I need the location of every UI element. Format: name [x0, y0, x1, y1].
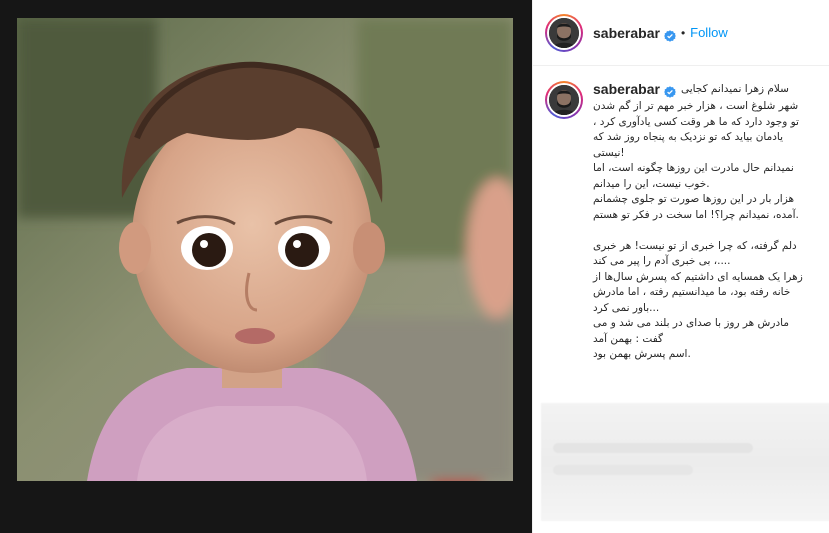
- caption-line: شهر شلوغ است ، هزار خبر مهم تر از گم شدن: [593, 100, 799, 112]
- verified-badge-icon: [663, 83, 676, 98]
- caption-avatar-image: [549, 85, 579, 115]
- caption-line: تو وجود دارد که ما هر وقت کسی یادآوری کر…: [593, 115, 799, 128]
- username-link[interactable]: saberabar: [593, 25, 660, 41]
- caption-body: saberabar سلام زهرا نمیدانم کجایی شهر شل…: [593, 81, 818, 363]
- instagram-post: saberabar • Follow saberabar سلام زهرا ن…: [0, 0, 829, 533]
- caption-line: ...باور نمی کرد: [593, 301, 660, 314]
- post-header: saberabar • Follow: [533, 0, 829, 66]
- caption-avatar-border: [547, 83, 581, 117]
- caption-username[interactable]: saberabar: [593, 81, 660, 97]
- caption-first-line: سلام زهرا نمیدانم کجایی: [680, 83, 789, 95]
- separator-dot: •: [680, 25, 686, 40]
- avatar-image: [549, 17, 579, 48]
- profile-photo-icon: [549, 85, 579, 115]
- avatar-border: [547, 15, 581, 50]
- caption-text: شهر شلوغ است ، هزار خبر مهم تر از گم شدن…: [593, 99, 818, 363]
- blurred-comment-area: [541, 403, 829, 521]
- caption-line: دلم گرفته، که چرا خبری از تو نیست! هر خب…: [593, 239, 797, 252]
- caption-line: .آمده، نمیدانم چرا؟! اما سخت در فکر تو ه…: [593, 208, 799, 221]
- post-photo[interactable]: [17, 18, 513, 481]
- caption-line: نمیدانم حال مادرت این روزها چگونه است، ا…: [593, 162, 794, 174]
- avatar[interactable]: [545, 13, 583, 52]
- caption-line: گفت : بهمن آمد: [593, 332, 664, 345]
- caption-line: .خوب نیست، این را میدانم: [593, 177, 710, 190]
- caption-header: saberabar سلام زهرا نمیدانم کجایی: [593, 81, 818, 98]
- caption-line: مادرش هر روز با صدای در بلند می شد و می: [593, 317, 789, 329]
- caption-line: .اسم پسرش بهمن بود: [593, 348, 691, 360]
- verified-badge-icon: [663, 27, 676, 42]
- profile-photo-icon: [549, 17, 579, 48]
- caption-line: خانه رفته بود، ما میدانستیم رفته ، اما م…: [593, 286, 791, 298]
- caption-line: !نیستی: [593, 146, 625, 159]
- child-portrait-image: [17, 18, 513, 481]
- caption-line: ....، بی خبری آدم را پیر می کند: [593, 255, 731, 267]
- post-sidebar: saberabar • Follow saberabar سلام زهرا ن…: [532, 0, 829, 533]
- caption-section: saberabar سلام زهرا نمیدانم کجایی شهر شل…: [533, 67, 829, 397]
- caption-line: زهرا یک همسایه ای داشتیم که پسرش سال‌ها …: [593, 270, 803, 283]
- post-media: [0, 0, 532, 533]
- follow-button[interactable]: Follow: [690, 25, 728, 40]
- caption-comment: saberabar سلام زهرا نمیدانم کجایی شهر شل…: [545, 81, 818, 363]
- caption-line: هزار بار در این روزها صورت تو جلوی چشمان…: [593, 193, 795, 205]
- caption-avatar[interactable]: [545, 81, 583, 119]
- caption-line: یادمان بیاید که تو نزدیک به پنجاه روز شد…: [593, 131, 784, 143]
